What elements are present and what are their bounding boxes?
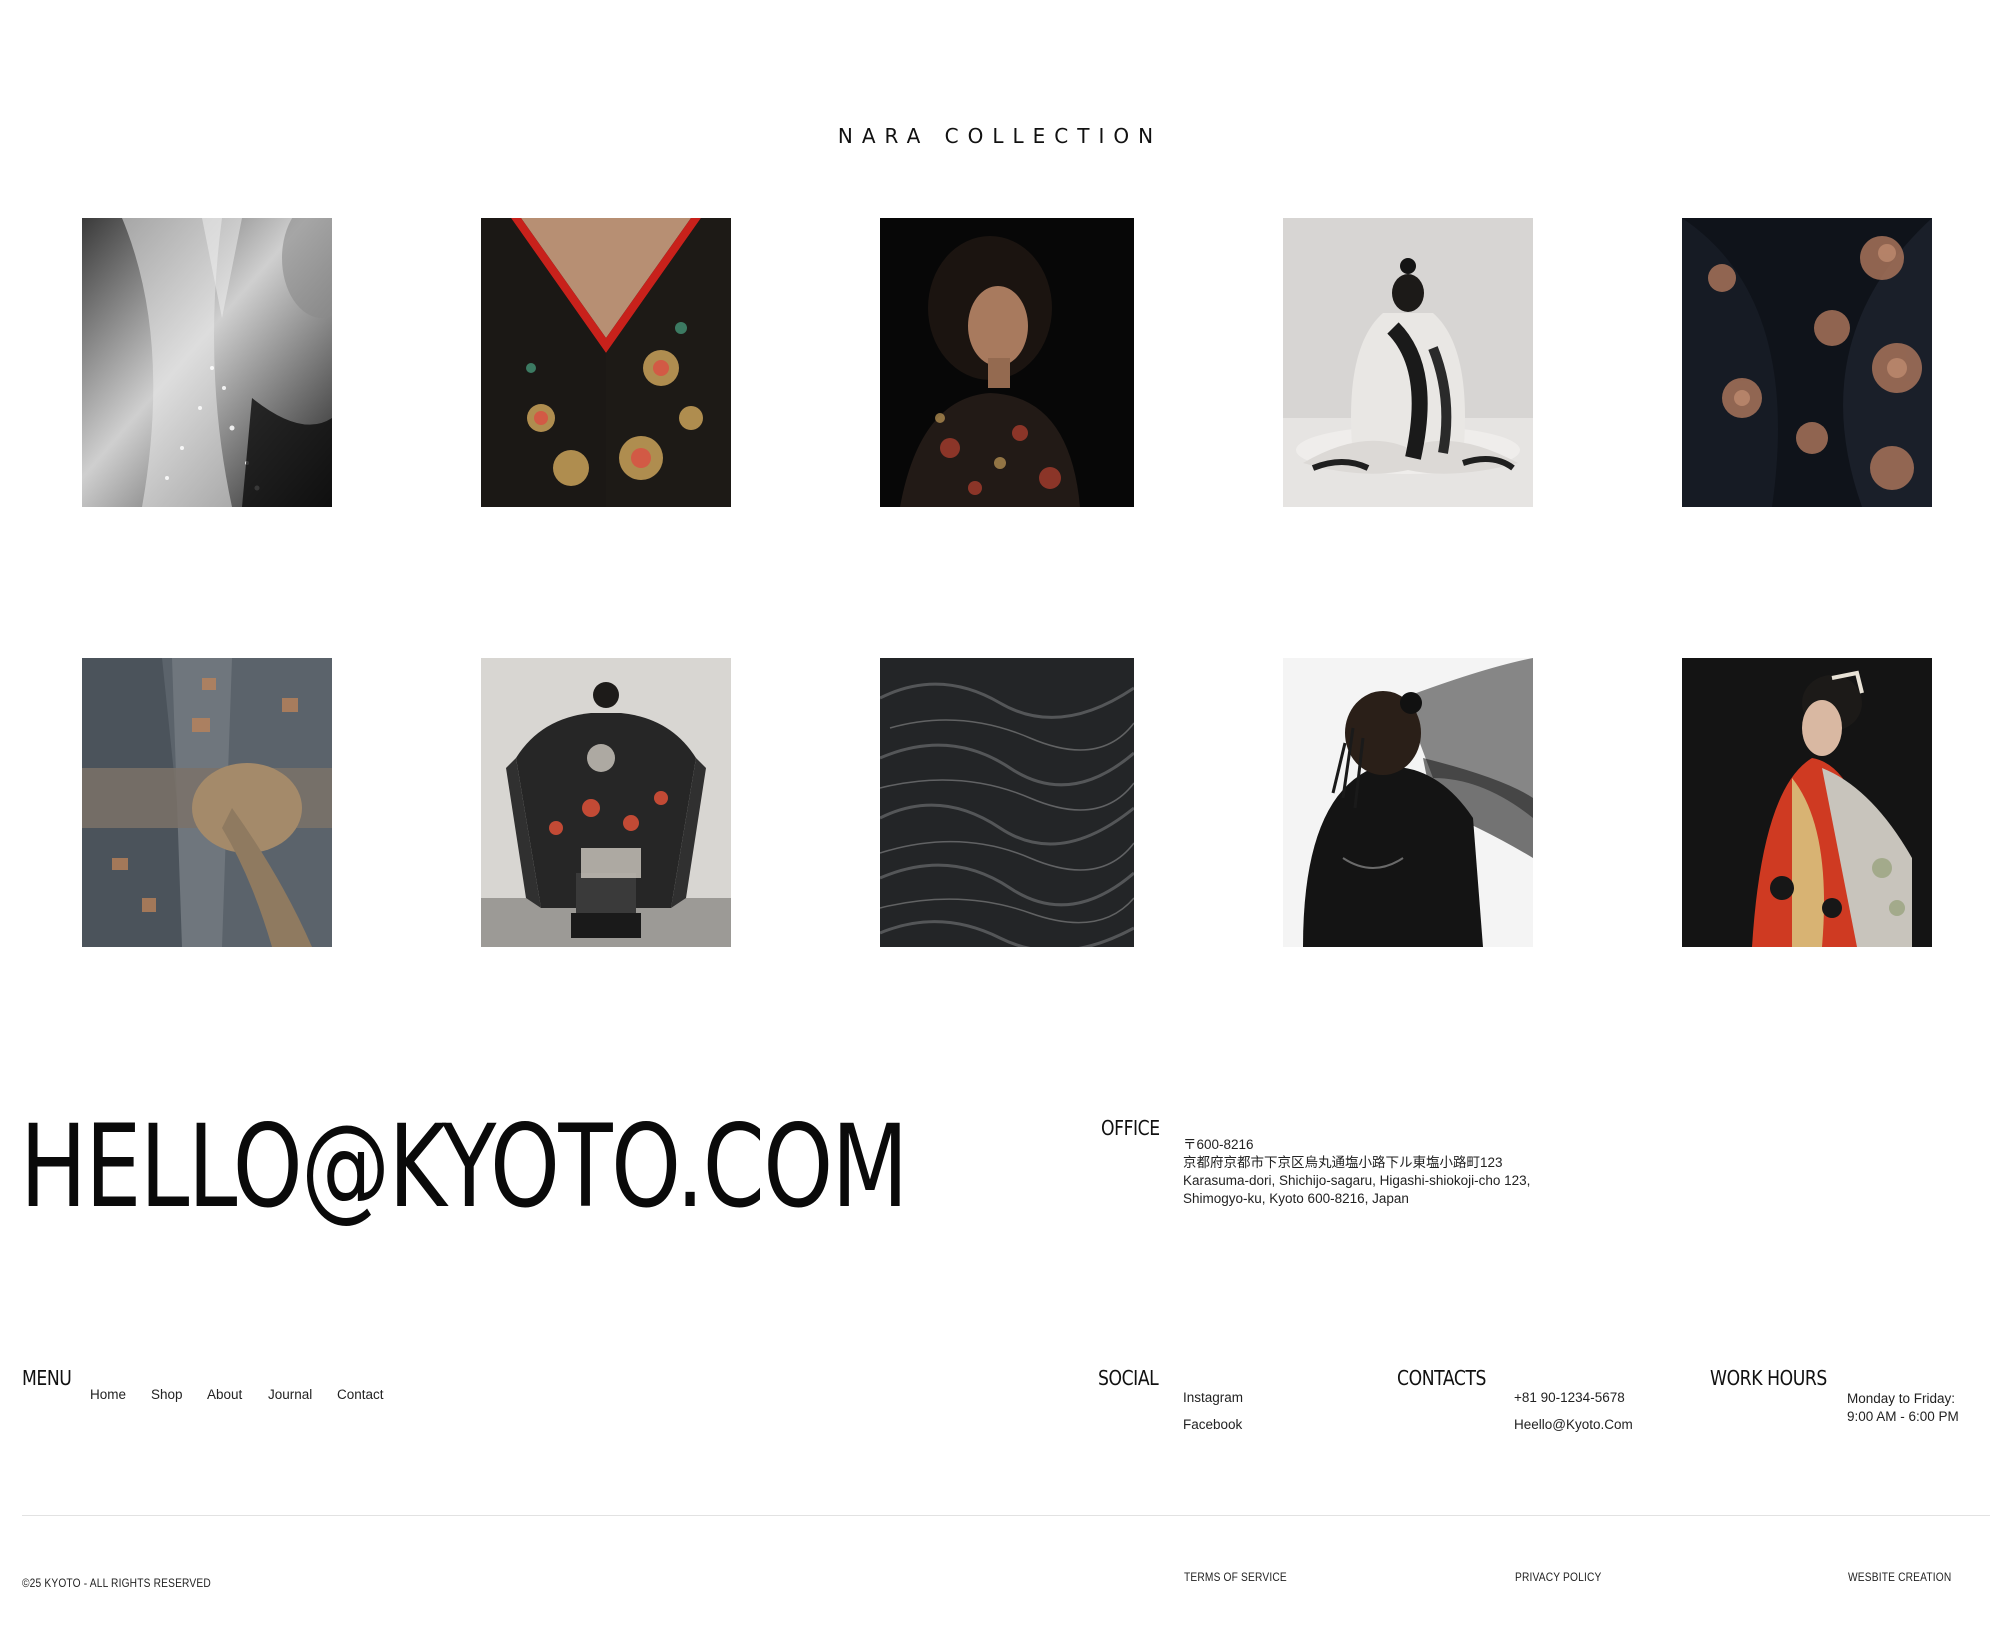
privacy-link[interactable]: PRIVACY POLICY bbox=[1515, 1570, 1601, 1584]
office-address-line-1: Karasuma-dori, Shichijo-sagaru, Higashi-… bbox=[1183, 1173, 1531, 1188]
footer-divider bbox=[22, 1515, 1990, 1516]
menu-link-shop[interactable]: Shop bbox=[151, 1387, 183, 1402]
copyright-text: ©25 KYOTO - ALL RIGHTS RESERVED bbox=[22, 1576, 211, 1590]
gallery-image-2[interactable] bbox=[481, 218, 731, 507]
collection-title: NARA COLLECTION bbox=[837, 124, 1163, 148]
work-hours-days: Monday to Friday: bbox=[1847, 1391, 1956, 1406]
gallery-image-3[interactable] bbox=[880, 218, 1134, 507]
contacts-email[interactable]: Heello@Kyoto.Com bbox=[1514, 1417, 1633, 1432]
menu-label: MENU bbox=[22, 1366, 72, 1390]
menu-link-contact[interactable]: Contact bbox=[337, 1387, 384, 1402]
terms-link[interactable]: TERMS OF SERVICE bbox=[1184, 1570, 1287, 1584]
contacts-phone[interactable]: +81 90-1234-5678 bbox=[1514, 1390, 1625, 1405]
gallery-image-9[interactable] bbox=[1283, 658, 1533, 947]
social-label: SOCIAL bbox=[1098, 1366, 1159, 1390]
website-creation-link[interactable]: WESBITE CREATION bbox=[1848, 1570, 1951, 1584]
office-address-line-2: Shimogyo-ku, Kyoto 600-8216, Japan bbox=[1183, 1191, 1409, 1206]
menu-link-about[interactable]: About bbox=[207, 1387, 242, 1402]
office-label: OFFICE bbox=[1101, 1116, 1160, 1140]
work-hours-time: 9:00 AM - 6:00 PM bbox=[1847, 1409, 1959, 1424]
gallery-image-10[interactable] bbox=[1682, 658, 1932, 947]
gallery-image-4[interactable] bbox=[1283, 218, 1533, 507]
work-hours-label: WORK HOURS bbox=[1710, 1366, 1827, 1390]
contacts-label: CONTACTS bbox=[1397, 1366, 1487, 1390]
contact-email-display[interactable]: HELLO@KYOTO.COM bbox=[20, 1110, 908, 1230]
office-address-jp: 京都府京都市下京区烏丸通塩小路下ル東塩小路町123 bbox=[1183, 1155, 1503, 1170]
gallery-image-8[interactable] bbox=[880, 658, 1134, 947]
gallery-image-7[interactable] bbox=[481, 658, 731, 947]
menu-link-journal[interactable]: Journal bbox=[268, 1387, 312, 1402]
gallery-image-1[interactable] bbox=[82, 218, 332, 507]
office-postal-code: 〒600-8216 bbox=[1183, 1137, 1254, 1152]
social-link-instagram[interactable]: Instagram bbox=[1183, 1390, 1243, 1405]
gallery-image-5[interactable] bbox=[1682, 218, 1932, 507]
gallery-image-6[interactable] bbox=[82, 658, 332, 947]
menu-link-home[interactable]: Home bbox=[90, 1387, 126, 1402]
social-link-facebook[interactable]: Facebook bbox=[1183, 1417, 1242, 1432]
